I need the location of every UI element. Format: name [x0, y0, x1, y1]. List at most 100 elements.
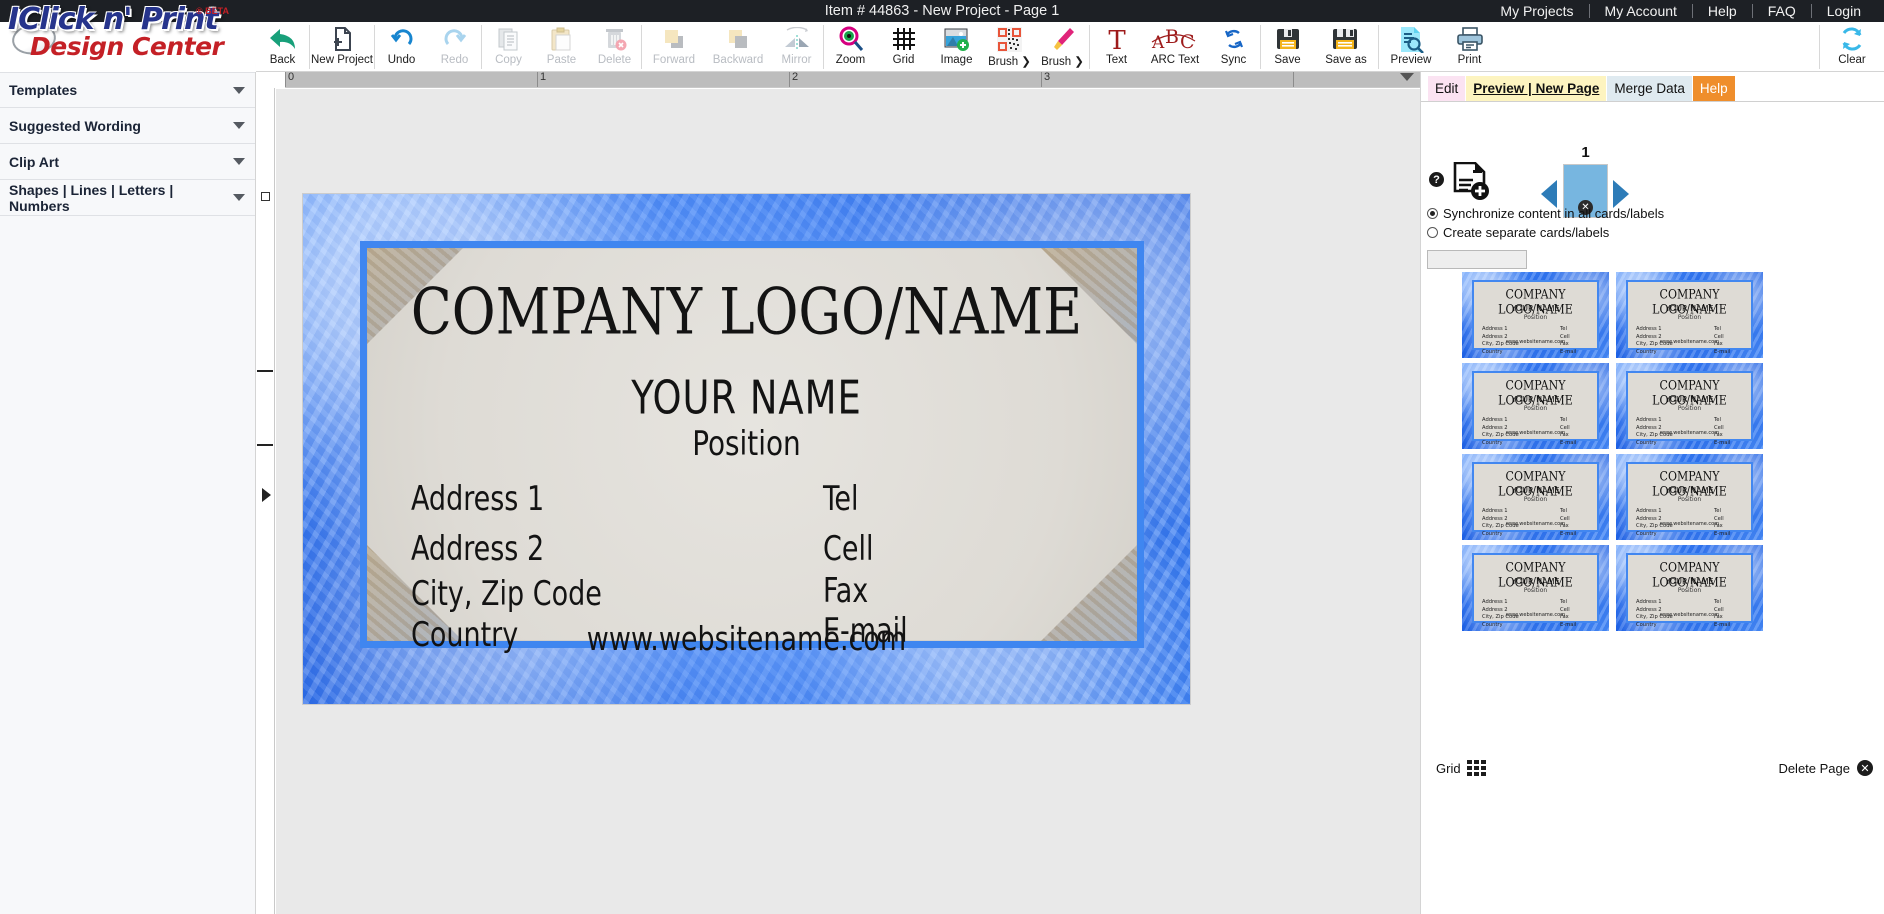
thumb-line: E-mail: [1714, 530, 1731, 537]
toolbar-arc-text-button[interactable]: ABC ARC Text: [1143, 22, 1207, 72]
radio-label: Synchronize content in all cards/labels: [1443, 206, 1665, 221]
sync-mode-options: Synchronize content in all cards/labels …: [1427, 204, 1877, 242]
toolbar-print-button[interactable]: Print: [1443, 22, 1496, 72]
card-address2-text[interactable]: Address 2: [411, 530, 544, 569]
back-arrow-icon: [268, 25, 298, 53]
card-city-zip-text[interactable]: City, Zip Code: [411, 575, 602, 614]
toolbar-text-button[interactable]: T Text: [1090, 22, 1143, 72]
tab-preview-new-page[interactable]: Preview | New Page: [1466, 76, 1607, 101]
logo-beta-badge: ® BETA: [196, 6, 229, 16]
horizontal-ruler[interactable]: 0 1 2 3: [285, 72, 1420, 88]
sidebar-item-shapes-lines-letters-numbers[interactable]: Shapes | Lines | Letters | Numbers: [0, 180, 255, 216]
thumb-name-text: YOUR NAME: [1511, 577, 1560, 586]
thumb-line: Address 1: [1636, 508, 1662, 514]
thumb-name-text: YOUR NAME: [1511, 395, 1560, 404]
card-thumbnail-item[interactable]: COMPANY LOGO/NAME YOUR NAME Position Add…: [1462, 454, 1609, 540]
add-page-icon[interactable]: [1451, 162, 1493, 202]
card-thumbnail-item[interactable]: COMPANY LOGO/NAME YOUR NAME Position Add…: [1616, 272, 1763, 358]
thumb-line: Address 1: [1636, 326, 1662, 332]
toolbar-mirror-button[interactable]: Mirror: [770, 22, 823, 72]
app-logo[interactable]: IClick n' Print ® BETA Design Center: [0, 0, 256, 72]
toolbar-clear-button[interactable]: Clear: [1820, 22, 1884, 72]
card-cell-text[interactable]: Cell: [823, 530, 873, 569]
toolbar-label: Sync: [1220, 54, 1247, 66]
card-address1-text[interactable]: Address 1: [411, 480, 544, 519]
page-navigator: ? 1 ✕: [1421, 110, 1884, 218]
toolbar-forward-button[interactable]: Forward: [642, 22, 706, 72]
mirror-icon: [782, 25, 812, 53]
card-thumbnail-item[interactable]: COMPANY LOGO/NAME YOUR NAME Position Add…: [1616, 545, 1763, 631]
card-thumbnail-item[interactable]: COMPANY LOGO/NAME YOUR NAME Position Add…: [1616, 363, 1763, 449]
toolbar-sync-button[interactable]: Sync: [1207, 22, 1260, 72]
nav-faq[interactable]: FAQ: [1753, 0, 1811, 22]
grid-toggle-button[interactable]: Grid: [1436, 760, 1486, 776]
card-name-text[interactable]: YOUR NAME: [303, 371, 1190, 425]
toolbar-qr-button[interactable]: Brush ❯: [983, 22, 1036, 72]
toolbar-backward-button[interactable]: Backward: [706, 22, 770, 72]
sidebar-item-templates[interactable]: Templates: [0, 72, 255, 108]
toolbar-copy-button[interactable]: Copy: [482, 22, 535, 72]
card-tel-text[interactable]: Tel: [823, 480, 859, 519]
nav-my-account[interactable]: My Account: [1590, 0, 1692, 22]
toolbar-label: Back: [269, 54, 296, 66]
delete-page-button[interactable]: Delete Page ✕: [1778, 760, 1873, 776]
nav-login[interactable]: Login: [1812, 0, 1876, 22]
magnifier-eye-icon: [837, 25, 865, 53]
card-position-text[interactable]: Position: [303, 424, 1190, 464]
tab-edit[interactable]: Edit: [1428, 76, 1466, 101]
card-thumbnail-item[interactable]: COMPANY LOGO/NAME YOUR NAME Position Add…: [1616, 454, 1763, 540]
thumb-line: Tel: [1560, 599, 1567, 605]
thumb-line: E-mail: [1560, 530, 1577, 537]
toolbar-save-as-button[interactable]: Save as: [1314, 22, 1378, 72]
sidebar-item-clip-art[interactable]: Clip Art: [0, 144, 255, 180]
grid-toggle-label: Grid: [1436, 760, 1461, 776]
toolbar-brush-button[interactable]: Brush ❯: [1036, 22, 1089, 72]
toolbar-image-button[interactable]: Image: [930, 22, 983, 72]
toolbar-zoom-button[interactable]: Zoom: [824, 22, 877, 72]
thumb-line: Tel: [1560, 417, 1567, 423]
toolbar-grid-button[interactable]: Grid: [877, 22, 930, 72]
page-label-input[interactable]: [1427, 250, 1527, 269]
toolbar-undo-button[interactable]: Undo: [375, 22, 428, 72]
toolbar-redo-button[interactable]: Redo: [428, 22, 481, 72]
toolbar-save-button[interactable]: Save: [1261, 22, 1314, 72]
thumb-line: Tel: [1560, 326, 1567, 332]
card-thumbnail-item[interactable]: COMPANY LOGO/NAME YOUR NAME Position Add…: [1462, 272, 1609, 358]
thumb-line: Address 1: [1482, 599, 1508, 605]
design-card[interactable]: COMPANY LOGO/NAME YOUR NAME Position Add…: [303, 194, 1190, 704]
toolbar-preview-button[interactable]: Preview: [1379, 22, 1443, 72]
toolbar-paste-button[interactable]: Paste: [535, 22, 588, 72]
toolbar-back-button[interactable]: Back: [256, 22, 309, 72]
canvas-backdrop: COMPANY LOGO/NAME YOUR NAME Position Add…: [276, 89, 1420, 914]
sidebar-item-suggested-wording[interactable]: Suggested Wording: [0, 108, 255, 144]
radio-synchronize-content[interactable]: Synchronize content in all cards/labels: [1427, 204, 1877, 223]
tab-merge-data[interactable]: Merge Data: [1607, 76, 1692, 101]
card-thumbnail-item[interactable]: COMPANY LOGO/NAME YOUR NAME Position Add…: [1462, 545, 1609, 631]
close-circle-icon: ✕: [1857, 760, 1873, 776]
card-company-text[interactable]: COMPANY LOGO/NAME: [307, 274, 1185, 348]
help-question-icon[interactable]: ?: [1429, 172, 1444, 187]
canvas-scroll-down-icon[interactable]: [1400, 73, 1414, 81]
tab-help[interactable]: Help: [1692, 76, 1735, 101]
save-as-floppy-icon: [1331, 25, 1361, 53]
thumb-website-text: www.websitename.com: [1505, 521, 1566, 527]
radio-create-separate[interactable]: Create separate cards/labels: [1427, 223, 1877, 242]
vertical-ruler[interactable]: [257, 88, 275, 914]
thumb-position-text: Position: [1523, 314, 1548, 321]
toolbar-delete-button[interactable]: Delete: [588, 22, 641, 72]
toolbar-label: Brush ❯: [1041, 56, 1084, 68]
ruler-number: 0: [288, 72, 295, 83]
card-website-text[interactable]: www.websitename.com: [303, 620, 1190, 659]
nav-help[interactable]: Help: [1693, 0, 1752, 22]
card-fax-text[interactable]: Fax: [823, 572, 868, 611]
ruler-origin-marker[interactable]: [261, 192, 270, 201]
thumb-website-text: www.websitename.com: [1659, 521, 1720, 527]
card-thumbnail-item[interactable]: COMPANY LOGO/NAME YOUR NAME Position Add…: [1462, 363, 1609, 449]
toolbar-new-project-button[interactable]: New Project: [310, 22, 374, 72]
thumb-paper: COMPANY LOGO/NAME YOUR NAME Position Add…: [1472, 553, 1599, 628]
svg-text:A: A: [1151, 33, 1165, 52]
canvas-collapse-handle[interactable]: [262, 488, 271, 502]
toolbar-label: Grid: [892, 54, 915, 66]
nav-my-projects[interactable]: My Projects: [1485, 0, 1588, 22]
copy-icon: [496, 25, 522, 53]
